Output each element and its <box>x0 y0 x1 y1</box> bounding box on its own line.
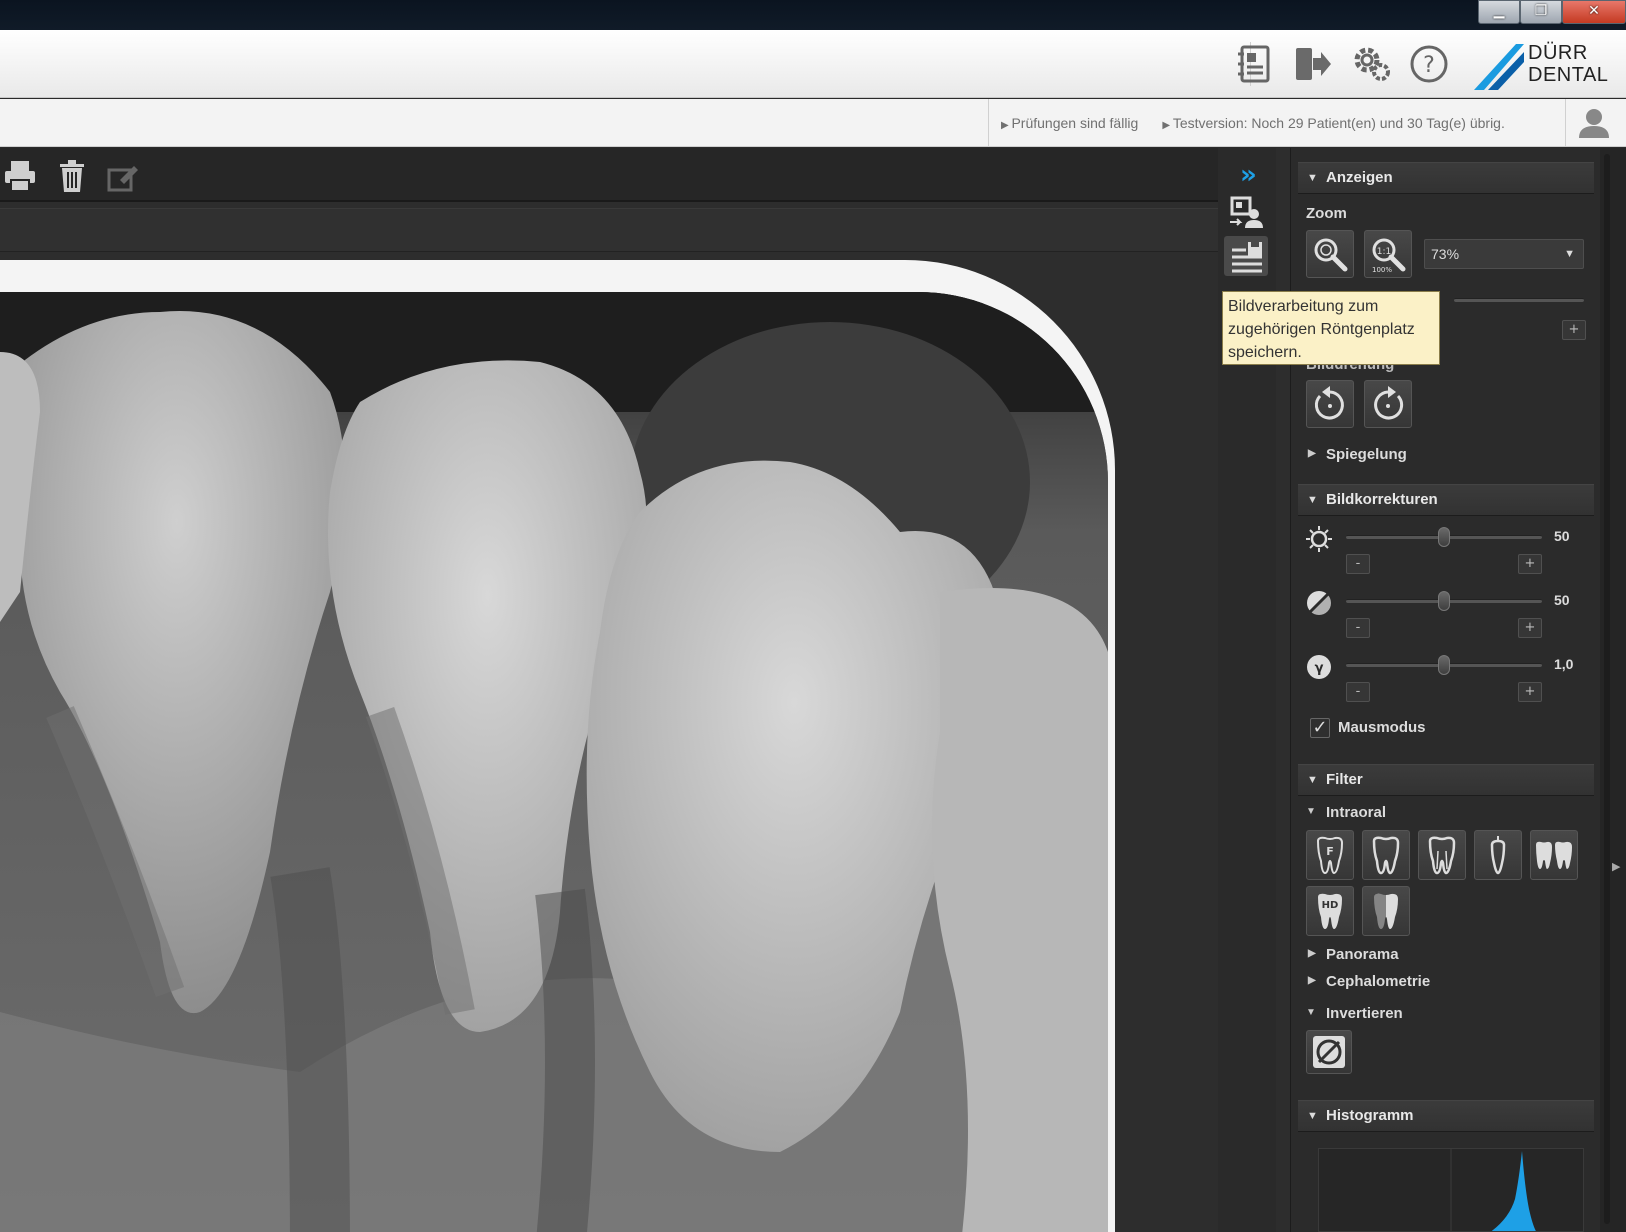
svg-text:HD: HD <box>1322 900 1339 911</box>
trash-icon[interactable] <box>54 158 90 194</box>
app-header: ? DÜRR DENTAL <box>0 30 1626 98</box>
invert-button[interactable] <box>1306 1030 1352 1074</box>
zoom-100-button[interactable]: 1:1 100% <box>1364 230 1412 278</box>
tooth-f-icon: F <box>1316 836 1344 875</box>
gamma-value: 1,0 <box>1554 656 1574 672</box>
section-histogramm[interactable]: Histogramm <box>1298 1100 1594 1132</box>
svg-text:γ: γ <box>1315 661 1324 676</box>
brightness-value: 50 <box>1554 528 1570 544</box>
mausmodus-checkbox[interactable]: ✓ <box>1310 718 1330 738</box>
status-bar: Prüfungen sind fällig Testversion: Noch … <box>0 99 1626 147</box>
image-viewer <box>0 148 1290 1232</box>
zoom-slider[interactable] <box>1454 298 1584 302</box>
magnifier-100-icon: 1:1100% <box>1372 238 1406 274</box>
contrast-minus-button[interactable]: - <box>1346 618 1370 638</box>
contrast-knob[interactable] <box>1438 591 1450 611</box>
filter-sharpen-button[interactable] <box>1362 886 1410 936</box>
brightness-minus-button[interactable]: - <box>1346 554 1370 574</box>
brightness-plus-button[interactable]: + <box>1518 554 1542 574</box>
intraoral-toggle[interactable]: Intraoral <box>1306 804 1386 821</box>
gamma-knob[interactable] <box>1438 655 1450 675</box>
image-toolbar <box>0 148 1230 202</box>
logout-icon[interactable] <box>1291 42 1335 86</box>
zoom-fit-button[interactable] <box>1306 230 1354 278</box>
assign-patient-button[interactable] <box>1224 192 1268 232</box>
zoom-label: Zoom <box>1306 205 1347 222</box>
histogram-chart <box>1318 1148 1584 1232</box>
user-icon[interactable] <box>1576 107 1612 139</box>
svg-text:F: F <box>1326 845 1334 858</box>
tooltip-line2: zugehörigen Röntgenplatz <box>1228 321 1415 338</box>
rotate-left-button[interactable] <box>1306 380 1354 428</box>
tooltip-line1: Bildverarbeitung zum <box>1228 298 1379 315</box>
zoom-select[interactable]: 73% ▼ <box>1424 239 1584 269</box>
scroll-right-arrow-icon[interactable]: ▶ <box>1612 860 1620 873</box>
cephalometrie-toggle[interactable]: Cephalometrie <box>1306 973 1430 990</box>
mausmodus-label: Mausmodus <box>1338 719 1426 736</box>
gamma-plus-button[interactable]: + <box>1518 682 1542 702</box>
durr-dental-logo: DÜRR DENTAL <box>1472 40 1612 92</box>
help-icon[interactable]: ? <box>1407 42 1451 86</box>
chevron-down-icon: ▼ <box>1564 248 1575 260</box>
expand-chevron-icon[interactable]: » <box>1240 160 1257 190</box>
svg-text:100%: 100% <box>1372 266 1392 274</box>
teeth-icon <box>1536 841 1572 869</box>
tooth-icon <box>1372 836 1400 875</box>
image-subbar <box>0 208 1220 252</box>
status-trial[interactable]: Testversion: Noch 29 Patient(en) und 30 … <box>1162 115 1505 131</box>
rotate-left-icon <box>1314 386 1344 420</box>
section-filter[interactable]: Filter <box>1298 764 1594 796</box>
rotate-right-button[interactable] <box>1364 380 1412 428</box>
xray-image[interactable] <box>0 292 1108 1232</box>
invertieren-toggle[interactable]: Invertieren <box>1306 1005 1403 1022</box>
section-anzeigen[interactable]: Anzeigen <box>1298 162 1594 194</box>
filter-tooth-2-button[interactable] <box>1418 830 1466 880</box>
status-exams-due[interactable]: Prüfungen sind fällig <box>1001 115 1138 131</box>
panorama-toggle[interactable]: Panorama <box>1306 946 1399 963</box>
close-button[interactable]: ✕ <box>1562 0 1626 24</box>
invert-icon <box>1313 1036 1345 1068</box>
filter-tooth-3-button[interactable] <box>1474 830 1522 880</box>
zoom-plus-button[interactable]: + <box>1562 320 1586 340</box>
spiegelung-toggle[interactable]: Spiegelung <box>1306 446 1407 463</box>
contrast-plus-button[interactable]: + <box>1518 618 1542 638</box>
edit-image-icon[interactable] <box>106 158 142 194</box>
filter-tooth-1-button[interactable] <box>1362 830 1410 880</box>
filter-teeth-button[interactable] <box>1530 830 1578 880</box>
window-titlebar: ▁ ❐ ✕ <box>0 0 1626 30</box>
xray-frame <box>0 260 1115 1232</box>
rotate-right-icon <box>1374 386 1404 420</box>
tooth-endo-icon <box>1428 836 1456 875</box>
contrast-icon <box>1304 588 1334 618</box>
minimize-button[interactable]: ▁ <box>1478 0 1520 24</box>
scroll-track[interactable] <box>1604 154 1610 1224</box>
brightness-knob[interactable] <box>1438 527 1450 547</box>
section-bildkorrekturen[interactable]: Bildkorrekturen <box>1298 484 1594 516</box>
tooltip-line3: speichern. <box>1228 344 1302 361</box>
logo-line2: DENTAL <box>1528 64 1609 86</box>
brightness-icon <box>1304 524 1334 554</box>
patient-card-icon[interactable] <box>1233 42 1277 86</box>
save-processing-button[interactable] <box>1224 236 1268 276</box>
magnifier-icon <box>1314 238 1348 272</box>
panel-scrollbar[interactable]: ▶ <box>1600 148 1626 1232</box>
print-icon[interactable] <box>2 158 38 194</box>
tooth-sharpen-icon <box>1374 893 1398 930</box>
tooth-implant-icon <box>1490 836 1506 875</box>
restore-button[interactable]: ❐ <box>1520 0 1562 24</box>
tooth-hd-icon: HD <box>1318 893 1342 929</box>
zoom-value: 73% <box>1431 246 1460 262</box>
gamma-minus-button[interactable]: - <box>1346 682 1370 702</box>
contrast-value: 50 <box>1554 592 1570 608</box>
svg-text:?: ? <box>1423 53 1435 78</box>
settings-icon[interactable] <box>1349 42 1393 86</box>
logo-line1: DÜRR <box>1528 42 1588 64</box>
gamma-icon: γ <box>1304 652 1334 682</box>
filter-f-button[interactable]: F <box>1306 830 1354 880</box>
tooltip: Bildverarbeitung zum zugehörigen Röntgen… <box>1222 291 1440 365</box>
filter-hd-button[interactable]: HD <box>1306 886 1354 936</box>
